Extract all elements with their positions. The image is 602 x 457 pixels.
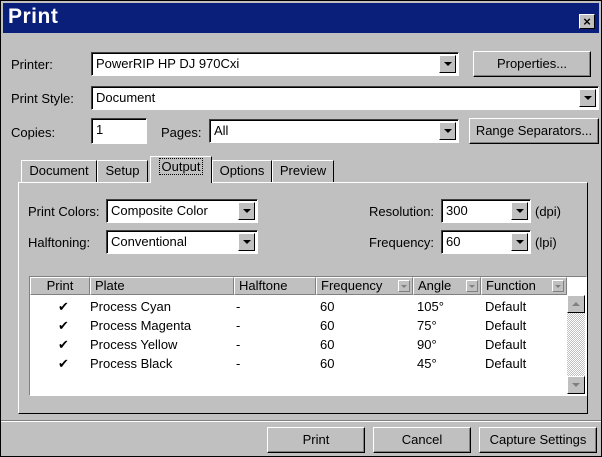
print-style-select[interactable]: Document xyxy=(91,86,599,110)
halftoning-label: Halftoning: xyxy=(28,235,91,250)
row-2-print-checkmark-icon[interactable]: ✔ xyxy=(58,318,69,334)
column-header-angle[interactable]: Angle xyxy=(413,277,481,295)
column-header-halftone-label: Halftone xyxy=(239,278,288,293)
tab-output-label: Output xyxy=(159,158,203,175)
frequency-unit: (lpi) xyxy=(535,235,557,250)
scroll-up-arrow-icon[interactable] xyxy=(567,295,585,313)
row-1-print-checkmark-icon[interactable]: ✔ xyxy=(58,299,69,315)
halftoning-chevron-down-icon[interactable] xyxy=(238,233,255,251)
tab-options-label: Options xyxy=(219,163,265,178)
tab-preview-label: Preview xyxy=(279,163,327,178)
print-colors-value: Composite Color xyxy=(111,203,208,218)
row-2-halftone: - xyxy=(236,318,241,333)
row-3-print-checkmark-icon[interactable]: ✔ xyxy=(58,337,69,353)
row-3-frequency: 60 xyxy=(320,337,335,352)
dialog-title: Print xyxy=(8,5,59,28)
row-3-function: Default xyxy=(485,337,527,352)
tab-output[interactable]: Output xyxy=(150,156,212,183)
column-header-frequency-label: Frequency xyxy=(321,278,383,293)
column-header-halftone[interactable]: Halftone xyxy=(234,277,316,295)
pages-chevron-down-icon[interactable] xyxy=(439,122,456,140)
range-separators-button[interactable]: Range Separators... xyxy=(469,118,599,144)
function-sort-chevron-down-icon[interactable] xyxy=(552,280,564,292)
row-2-function: Default xyxy=(485,318,527,333)
pages-select[interactable]: All xyxy=(209,119,459,143)
tab-document[interactable]: Document xyxy=(21,160,97,182)
row-4-function: Default xyxy=(485,356,527,371)
frequency-label: Frequency: xyxy=(369,235,435,250)
frequency-sort-chevron-down-icon[interactable] xyxy=(398,280,410,292)
scroll-down-arrow-icon[interactable] xyxy=(567,376,585,394)
frequency-select[interactable]: 60 xyxy=(441,230,531,254)
row-1-angle: 105° xyxy=(417,299,444,314)
frequency-value: 60 xyxy=(446,234,461,249)
print-colors-select[interactable]: Composite Color xyxy=(106,199,258,223)
tab-setup[interactable]: Setup xyxy=(97,160,148,182)
column-header-print-label: Print xyxy=(46,278,74,293)
printer-select[interactable]: PowerRIP HP DJ 970Cxi xyxy=(91,52,459,76)
column-header-function-label: Function xyxy=(486,278,536,293)
row-1-halftone: - xyxy=(236,299,241,314)
tab-setup-label: Setup xyxy=(105,163,140,178)
cancel-button[interactable]: Cancel xyxy=(373,427,471,453)
print-style-label: Print Style: xyxy=(11,91,74,106)
tab-preview[interactable]: Preview xyxy=(272,160,334,182)
plates-table: Print Plate Halftone Frequency Angle Fun… xyxy=(29,276,587,396)
halftoning-value: Conventional xyxy=(111,234,187,249)
row-3-angle: 90° xyxy=(417,337,437,352)
resolution-unit: (dpi) xyxy=(535,204,562,219)
copies-input[interactable]: 1 xyxy=(91,118,147,144)
row-1-function: Default xyxy=(485,299,527,314)
close-icon: × xyxy=(583,14,591,29)
tab-document-label: Document xyxy=(29,163,89,178)
properties-button[interactable]: Properties... xyxy=(473,51,591,77)
print-style-chevron-down-icon[interactable] xyxy=(579,89,596,107)
frequency-chevron-down-icon[interactable] xyxy=(511,233,528,251)
resolution-select[interactable]: 300 xyxy=(441,199,531,223)
resolution-label: Resolution: xyxy=(369,204,435,219)
print-button[interactable]: Print xyxy=(267,427,365,453)
column-header-plate-label: Plate xyxy=(95,278,125,293)
copies-value: 1 xyxy=(96,122,104,137)
column-header-print[interactable]: Print xyxy=(30,277,90,295)
printer-value: PowerRIP HP DJ 970Cxi xyxy=(96,56,240,71)
column-header-frequency[interactable]: Frequency xyxy=(316,277,413,295)
pages-value: All xyxy=(214,123,229,138)
row-4-angle: 45° xyxy=(417,356,437,371)
close-button[interactable]: × xyxy=(579,14,595,29)
print-colors-chevron-down-icon[interactable] xyxy=(238,202,255,220)
resolution-value: 300 xyxy=(446,203,468,218)
printer-dropdown-chevron-down-icon[interactable] xyxy=(439,55,456,73)
table-vertical-scrollbar[interactable] xyxy=(567,295,585,394)
printer-label: Printer: xyxy=(11,57,53,72)
row-4-print-checkmark-icon[interactable]: ✔ xyxy=(58,356,69,372)
row-3-plate: Process Yellow xyxy=(90,337,178,352)
row-4-plate: Process Black xyxy=(90,356,173,371)
resolution-chevron-down-icon[interactable] xyxy=(511,202,528,220)
row-3-halftone: - xyxy=(236,337,241,352)
column-header-angle-label: Angle xyxy=(418,278,452,293)
halftoning-select[interactable]: Conventional xyxy=(106,230,258,254)
angle-sort-chevron-down-icon[interactable] xyxy=(466,280,478,292)
print-colors-label: Print Colors: xyxy=(28,204,100,219)
print-dialog: Print × Printer: PowerRIP HP DJ 970Cxi P… xyxy=(0,0,602,457)
print-style-value: Document xyxy=(96,90,156,105)
footer-divider xyxy=(1,420,601,422)
row-2-angle: 75° xyxy=(417,318,437,333)
row-1-frequency: 60 xyxy=(320,299,335,314)
row-2-frequency: 60 xyxy=(320,318,335,333)
row-4-frequency: 60 xyxy=(320,356,335,371)
row-4-halftone: - xyxy=(236,356,241,371)
row-2-plate: Process Magenta xyxy=(90,318,192,333)
column-header-plate[interactable]: Plate xyxy=(90,277,234,295)
row-1-plate: Process Cyan xyxy=(90,299,171,314)
column-header-function[interactable]: Function xyxy=(481,277,567,295)
pages-label: Pages: xyxy=(161,125,202,140)
capture-settings-button[interactable]: Capture Settings xyxy=(479,427,597,453)
copies-label: Copies: xyxy=(11,125,56,140)
tab-options[interactable]: Options xyxy=(212,160,272,182)
title-bar[interactable]: Print × xyxy=(3,3,599,33)
